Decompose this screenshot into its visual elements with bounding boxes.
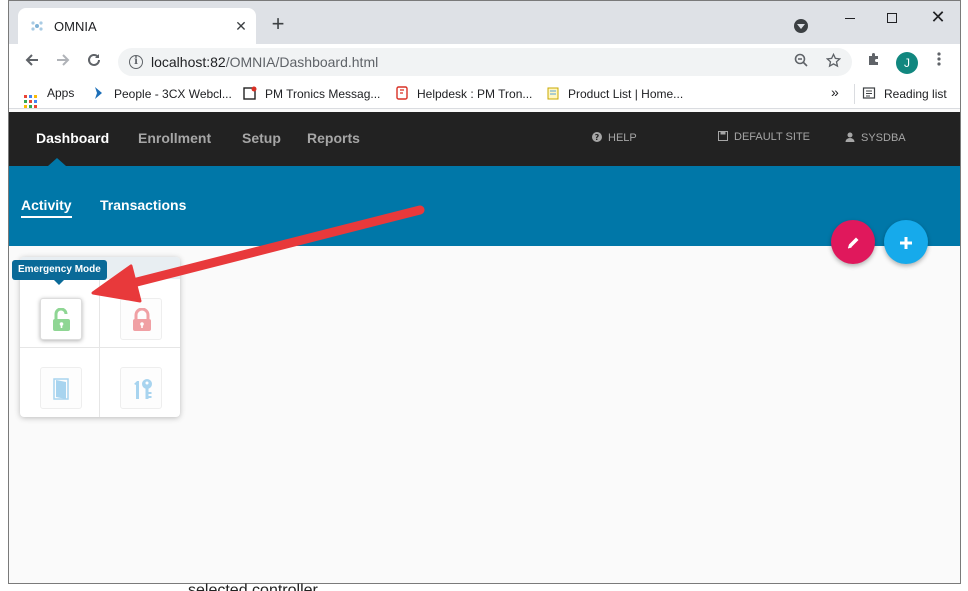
bookmark-apps[interactable]: Apps	[24, 86, 75, 108]
new-tab-button[interactable]: +	[268, 13, 288, 35]
pencil-icon	[847, 237, 859, 249]
active-nav-indicator	[48, 158, 66, 166]
panel-cell	[100, 279, 180, 348]
minimize-icon	[845, 17, 855, 19]
door-control-button[interactable]	[40, 367, 82, 409]
panel-cell	[20, 348, 100, 417]
add-fab-button[interactable]	[884, 220, 928, 264]
door-icon	[53, 378, 69, 400]
bookmark-helpdesk[interactable]: Helpdesk : PM Tron...	[395, 86, 532, 102]
bookmark-label: People - 3CX Webcl...	[114, 87, 232, 101]
back-arrow-icon[interactable]	[21, 51, 43, 73]
user-menu[interactable]: SYSDBA	[845, 132, 906, 144]
nav-dashboard[interactable]: Dashboard	[36, 130, 109, 146]
tab-title: OMNIA	[54, 19, 97, 34]
omnia-favicon-icon	[31, 21, 43, 31]
user-icon	[845, 132, 855, 142]
browser-menu-icon[interactable]	[928, 51, 950, 73]
bookmarks-divider	[854, 84, 855, 104]
save-disk-icon	[718, 131, 728, 141]
site-selector[interactable]: DEFAULT SITE	[718, 131, 810, 143]
edit-fab-button[interactable]	[831, 220, 875, 264]
notepad-icon	[547, 87, 559, 100]
app-header: Dashboard Enrollment Setup Reports ? HELP…	[9, 112, 960, 166]
browser-tab[interactable]: OMNIA ✕	[18, 8, 256, 44]
pm-tronics-logo-icon	[243, 86, 257, 100]
plus-icon	[900, 236, 912, 249]
tab-transactions[interactable]: Transactions	[100, 197, 186, 216]
apps-grid-icon	[24, 95, 37, 108]
bookmarks-bar: Apps People - 3CX Webcl... PM Tronics Me…	[9, 80, 960, 109]
tab-close-icon[interactable]: ✕	[232, 17, 250, 35]
emergency-mode-tooltip: Emergency Mode	[12, 260, 107, 285]
locked-padlock-icon	[133, 308, 151, 331]
sub-navigation: Activity Transactions	[9, 166, 960, 246]
reading-list-label: Reading list	[884, 87, 947, 101]
helpdesk-icon	[396, 86, 408, 100]
window-close-button[interactable]: ✕	[923, 7, 953, 27]
tab-activity[interactable]: Activity	[21, 197, 72, 218]
bookmark-star-icon[interactable]	[824, 52, 842, 71]
unlocked-padlock-icon	[53, 308, 70, 331]
user-label: SYSDBA	[861, 132, 906, 144]
site-info-icon[interactable]: i	[129, 55, 143, 69]
panel-cell	[100, 348, 180, 417]
browser-window: OMNIA ✕ + ✕ i localhost:82/OMNIA/Dashboa…	[8, 0, 961, 584]
forward-arrow-icon[interactable]	[52, 51, 74, 73]
bookmark-pm-tronics-messages[interactable]: PM Tronics Messag...	[243, 86, 380, 102]
reload-icon[interactable]	[83, 51, 105, 73]
minimize-button[interactable]	[835, 7, 865, 27]
maximize-icon	[887, 13, 897, 24]
address-bar[interactable]: i localhost:82/OMNIA/Dashboard.html	[118, 48, 852, 76]
help-label: HELP	[608, 132, 637, 144]
bookmark-people-3cx[interactable]: People - 3CX Webcl...	[92, 86, 232, 102]
bookmark-label: Product List | Home...	[568, 87, 684, 101]
nav-reports[interactable]: Reports	[307, 130, 360, 146]
tab-search-dropdown-icon[interactable]	[794, 19, 808, 33]
maximize-button[interactable]	[877, 7, 907, 27]
url-host: localhost:82	[151, 54, 226, 70]
key-icon	[134, 379, 152, 399]
url-text: localhost:82/OMNIA/Dashboard.html	[151, 54, 378, 70]
browser-toolbar: i localhost:82/OMNIA/Dashboard.html J	[9, 44, 960, 80]
bookmark-label: Helpdesk : PM Tron...	[417, 87, 533, 101]
background-page-text: selected controller	[188, 582, 318, 591]
help-link[interactable]: ? HELP	[592, 132, 637, 144]
bookmark-product-list[interactable]: Product List | Home...	[546, 86, 683, 102]
extensions-puzzle-icon[interactable]	[863, 51, 885, 73]
emergency-lock-button[interactable]	[120, 298, 162, 340]
help-circle-icon: ?	[592, 132, 602, 142]
controller-actions-panel	[20, 257, 180, 417]
nav-enrollment[interactable]: Enrollment	[138, 130, 211, 146]
emergency-unlock-button[interactable]	[40, 298, 82, 340]
url-path: /OMNIA/Dashboard.html	[225, 54, 379, 70]
panel-cell	[20, 279, 100, 348]
screen: OMNIA ✕ + ✕ i localhost:82/OMNIA/Dashboa…	[0, 0, 968, 591]
reading-list-button[interactable]: Reading list	[862, 86, 947, 102]
bookmark-apps-label: Apps	[47, 86, 75, 100]
svg-text:?: ?	[595, 133, 600, 142]
bookmarks-overflow-icon[interactable]: »	[831, 84, 839, 100]
nav-setup[interactable]: Setup	[242, 130, 281, 146]
bookmark-label: PM Tronics Messag...	[265, 87, 381, 101]
tab-strip: OMNIA ✕ + ✕	[9, 1, 960, 44]
profile-avatar[interactable]: J	[896, 52, 918, 74]
reading-list-icon	[862, 87, 876, 99]
site-label: DEFAULT SITE	[734, 131, 811, 143]
3cx-chevron-icon	[95, 87, 102, 99]
access-key-button[interactable]	[120, 367, 162, 409]
zoom-icon[interactable]	[792, 53, 810, 71]
